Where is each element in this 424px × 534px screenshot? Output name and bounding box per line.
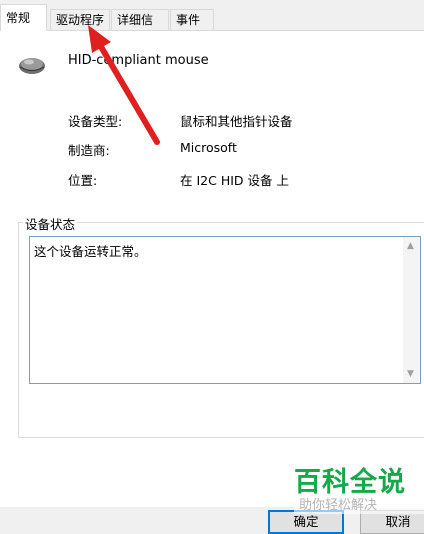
device-type-label: 设备类型: [68, 114, 123, 129]
watermark-title: 百科全说 [294, 467, 406, 498]
tab-bar: 常规 驱动程序 详细信息 事件 [0, 0, 424, 47]
status-scrollbar[interactable]: ▲ ▼ [403, 237, 420, 383]
device-status-textbox[interactable]: 这个设备运转正常。 ▲ ▼ [29, 236, 421, 384]
watermark: 百科全说 助你轻松解决 [294, 468, 424, 514]
manufacturer-label: 制造商: [68, 143, 110, 158]
scroll-down-icon[interactable]: ▼ [407, 369, 414, 379]
device-type-value: 鼠标和其他指针设备 [180, 114, 293, 129]
scroll-up-icon[interactable]: ▲ [407, 241, 414, 251]
location-label: 位置: [68, 173, 98, 188]
tab-general[interactable]: 常规 [0, 4, 47, 31]
mouse-icon [19, 58, 45, 74]
tab-details[interactable]: 详细信息 [111, 9, 169, 47]
device-status-label: 设备状态 [23, 214, 78, 233]
location-value: 在 I2C HID 设备 上 [180, 173, 289, 188]
watermark-subtitle: 助你轻松解决 [294, 498, 424, 514]
tab-driver[interactable]: 驱动程序 [50, 9, 110, 30]
device-name: HID-compliant mouse [68, 53, 209, 68]
tab-events[interactable]: 事件 [170, 9, 214, 30]
device-status-text: 这个设备运转正常。 [34, 244, 147, 259]
manufacturer-value: Microsoft [180, 140, 237, 155]
